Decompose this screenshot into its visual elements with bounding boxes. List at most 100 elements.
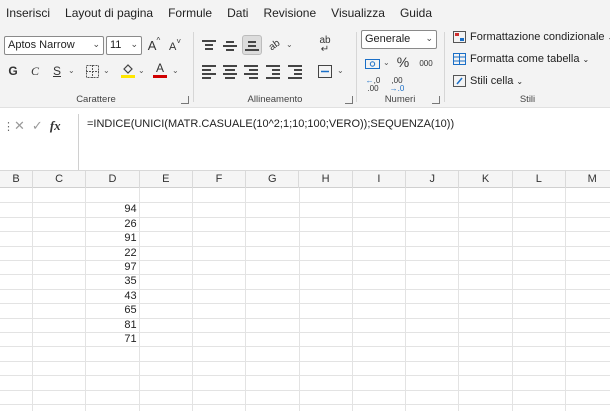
chevron-down-icon: ⌄ xyxy=(383,58,390,67)
column-header-i[interactable]: I xyxy=(353,171,407,188)
menu-inserisci[interactable]: Inserisci xyxy=(6,6,50,20)
cell-d2[interactable]: 26 xyxy=(86,217,138,232)
cell-d7[interactable]: 43 xyxy=(86,289,138,304)
column-header-b[interactable]: B xyxy=(0,171,33,188)
conditional-formatting-button[interactable]: Formattazione condizionale ⌄ xyxy=(453,31,610,43)
increase-decimal-button[interactable]: ←,0 .00 xyxy=(363,76,383,94)
font-size-select[interactable]: 11 ⌄ xyxy=(106,36,142,55)
font-color-button[interactable]: A xyxy=(152,60,168,80)
italic-button[interactable]: C xyxy=(28,62,42,80)
formula-bar: ⋮ ✕ ✓ fx =INDICE(UNICI(MATR.CASUALE(10^2… xyxy=(0,110,610,170)
merge-center-button[interactable] xyxy=(316,62,334,80)
grid-column-line xyxy=(245,188,247,411)
cell-d3[interactable]: 91 xyxy=(86,231,138,246)
grid-column-line xyxy=(458,188,460,411)
borders-icon xyxy=(85,64,99,78)
fill-color-button[interactable] xyxy=(120,60,136,80)
borders-button[interactable] xyxy=(84,62,100,80)
align-bottom-button[interactable] xyxy=(242,35,262,55)
format-as-table-label: Formatta come tabella xyxy=(470,53,580,65)
align-top-button[interactable] xyxy=(200,36,218,54)
conditional-formatting-icon xyxy=(453,31,466,43)
decrease-indent-button[interactable] xyxy=(264,62,282,80)
cell-d6[interactable]: 35 xyxy=(86,274,138,289)
cell-d10[interactable]: 71 xyxy=(86,332,138,347)
insert-function-icon[interactable]: fx xyxy=(50,118,61,134)
currency-icon xyxy=(364,58,380,69)
grid-row-line xyxy=(0,389,610,391)
cancel-icon[interactable]: ✕ xyxy=(14,118,25,134)
align-right-button[interactable] xyxy=(242,62,260,80)
conditional-formatting-label: Formattazione condizionale xyxy=(470,31,605,43)
column-header-e[interactable]: E xyxy=(140,171,193,188)
column-header-d[interactable]: D xyxy=(86,171,140,188)
format-as-table-button[interactable]: Formatta come tabella ⌄ xyxy=(453,53,589,65)
align-middle-button[interactable] xyxy=(221,36,239,54)
number-format-value: Generale xyxy=(365,33,411,45)
menu-bar: Inserisci Layout di pagina Formule Dati Revi… xyxy=(0,0,610,26)
number-group: Generale ⌄ ⌄ % 000 ←,0 .00 ,00 →.0 Numer… xyxy=(357,26,443,108)
font-family-select[interactable]: Aptos Narrow ⌄ xyxy=(4,36,104,55)
outdent-icon xyxy=(266,65,280,79)
column-header-m[interactable]: M xyxy=(566,171,610,188)
menu-formule[interactable]: Formule xyxy=(168,6,212,20)
orientation-button[interactable]: ab xyxy=(266,36,284,54)
cell-d8[interactable]: 65 xyxy=(86,303,138,318)
increase-indent-button[interactable] xyxy=(286,62,304,80)
dialog-launcher-icon[interactable]: . xyxy=(345,96,353,104)
accounting-format-button[interactable] xyxy=(363,54,381,72)
comma-style-button[interactable]: 000 xyxy=(417,54,435,72)
align-top-icon xyxy=(202,39,216,51)
cell-d9[interactable]: 81 xyxy=(86,318,138,333)
cell-d1[interactable]: 94 xyxy=(86,202,138,217)
menu-dati[interactable]: Dati xyxy=(227,6,248,20)
cell-styles-button[interactable]: Stili cella ⌄ xyxy=(453,75,523,87)
font-size-value: 11 xyxy=(110,39,122,51)
column-header-f[interactable]: F xyxy=(193,171,247,188)
text-orientation-icon: ab xyxy=(267,37,283,53)
grid-column-line xyxy=(405,188,407,411)
formula-input[interactable]: =INDICE(UNICI(MATR.CASUALE(10^2;1;10;100… xyxy=(78,114,610,170)
decrease-decimal-button[interactable]: ,00 →.0 xyxy=(387,76,407,94)
column-header-j[interactable]: J xyxy=(406,171,460,188)
wrap-text-button[interactable]: ab ↵ xyxy=(316,34,334,56)
menu-revisione[interactable]: Revisione xyxy=(263,6,316,20)
number-format-select[interactable]: Generale ⌄ xyxy=(361,30,437,49)
decrease-font-size-button[interactable]: A ˅ xyxy=(167,37,183,56)
increase-font-size-button[interactable]: A ^ xyxy=(146,36,162,55)
align-center-button[interactable] xyxy=(221,62,239,80)
column-header-c[interactable]: C xyxy=(33,171,87,188)
menu-layout-di-pagina[interactable]: Layout di pagina xyxy=(65,6,153,20)
grid-column-line xyxy=(565,188,566,411)
column-header-h[interactable]: H xyxy=(300,171,353,188)
menu-visualizza[interactable]: Visualizza xyxy=(331,6,385,20)
confirm-icon[interactable]: ✓ xyxy=(32,118,43,134)
dialog-launcher-icon[interactable]: . xyxy=(432,96,440,104)
chevron-down-icon: ⌄ xyxy=(425,33,433,43)
paint-bucket-icon xyxy=(121,64,135,78)
drag-handle-icon[interactable]: ⋮ xyxy=(3,120,14,133)
menu-guida[interactable]: Guida xyxy=(400,6,432,20)
dialog-launcher-icon[interactable]: . xyxy=(181,96,189,104)
underline-button[interactable]: S xyxy=(50,62,64,80)
cell-d5[interactable]: 97 xyxy=(86,260,138,275)
cell-d4[interactable]: 22 xyxy=(86,246,138,261)
grid-column-line xyxy=(298,188,300,411)
bold-button[interactable]: G xyxy=(6,62,20,80)
align-middle-icon xyxy=(223,39,237,51)
align-left-button[interactable] xyxy=(200,62,218,80)
column-header-g[interactable]: G xyxy=(246,171,300,188)
align-bottom-icon xyxy=(245,39,259,51)
column-header-l[interactable]: L xyxy=(513,171,566,188)
table-icon xyxy=(453,53,466,65)
column-header-k[interactable]: K xyxy=(459,171,513,188)
cell-grid[interactable]: 94 26 91 22 97 35 43 65 81 71 xyxy=(0,188,610,411)
font-group: Aptos Narrow ⌄ 11 ⌄ A ^ A ˅ G C S ⌄ ⌄ ⌄ A … xyxy=(0,26,192,108)
grid-row-line xyxy=(0,360,610,362)
number-group-label: Numeri xyxy=(384,94,416,105)
font-shrink-icon: A xyxy=(168,40,177,53)
grid-row-line xyxy=(0,404,610,405)
percent-style-button[interactable]: % xyxy=(395,52,411,72)
font-family-value: Aptos Narrow xyxy=(8,39,75,51)
chevron-down-icon: ⌄ xyxy=(172,66,179,75)
